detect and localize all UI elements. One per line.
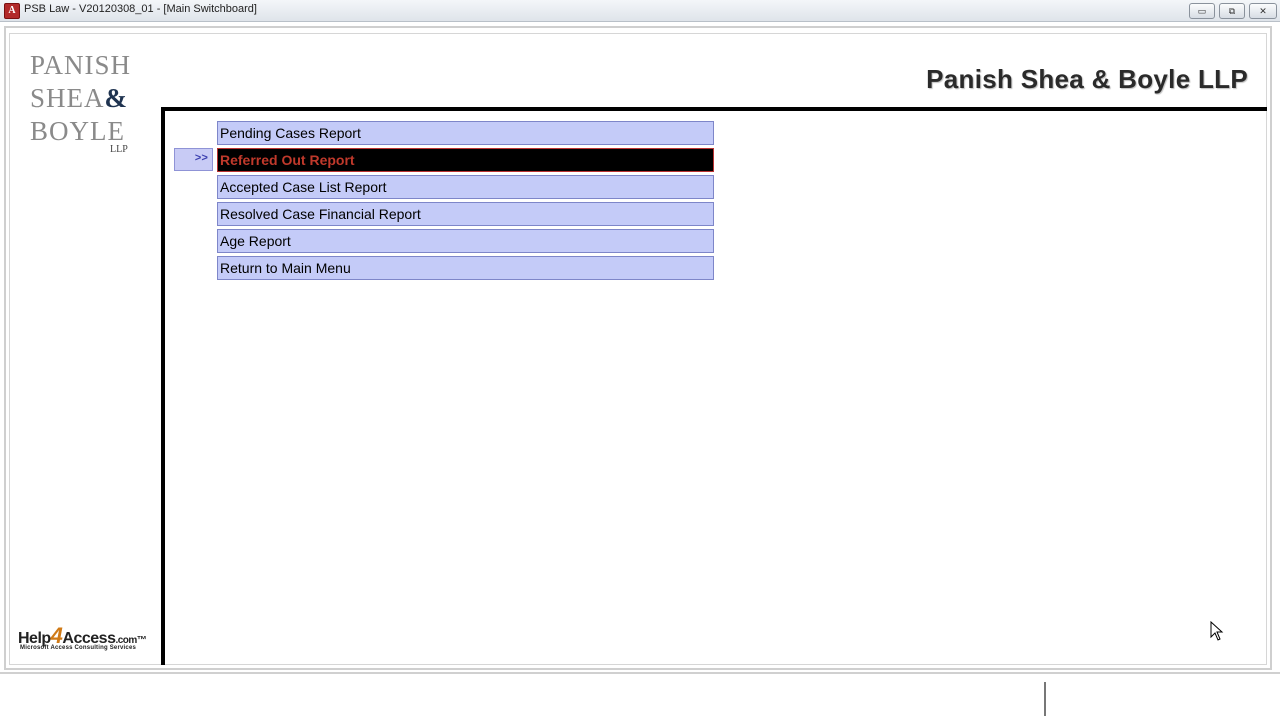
logo-llp: LLP bbox=[110, 144, 128, 155]
firm-logo: PANISH SHEA& BOYLE LLP bbox=[30, 50, 140, 160]
menu-item-pending-cases-report[interactable]: Pending Cases Report bbox=[217, 121, 714, 145]
logo-ampersand: & bbox=[104, 83, 129, 113]
window-titlebar: A PSB Law - V20120308_01 - [Main Switchb… bbox=[0, 0, 1280, 22]
menu-item-age-report[interactable]: Age Report bbox=[217, 229, 714, 253]
record-selector-icon[interactable]: >> bbox=[174, 148, 213, 171]
access-app-icon[interactable]: A bbox=[4, 3, 20, 19]
close-button[interactable]: ✕ bbox=[1249, 3, 1277, 19]
logo-word-shea: SHEA bbox=[30, 83, 105, 113]
switchboard-panel-top-border bbox=[161, 107, 1267, 111]
logo-line-boyle: BOYLE bbox=[30, 116, 125, 146]
status-bar bbox=[0, 672, 1280, 722]
menu-item-return-to-main-menu[interactable]: Return to Main Menu bbox=[217, 256, 714, 280]
logo-line-shea: SHEA& bbox=[30, 83, 128, 114]
help4access-logo: Help4Access.com™ Microsoft Access Consul… bbox=[18, 620, 160, 656]
mouse-pointer-icon bbox=[1210, 621, 1224, 641]
logo-line-panish: PANISH bbox=[30, 50, 132, 80]
window-title: PSB Law - V20120308_01 - [Main Switchboa… bbox=[24, 3, 257, 15]
firm-name-heading: Panish Shea & Boyle LLP bbox=[926, 64, 1248, 94]
menu-item-resolved-case-financial-report[interactable]: Resolved Case Financial Report bbox=[217, 202, 714, 226]
help4access-tagline: Microsoft Access Consulting Services bbox=[20, 645, 137, 651]
menu-item-accepted-case-list-report[interactable]: Accepted Case List Report bbox=[217, 175, 714, 199]
status-bar-divider bbox=[1044, 682, 1046, 716]
help4access-tm: ™ bbox=[136, 635, 147, 646]
restore-button[interactable]: ⧉ bbox=[1219, 3, 1245, 19]
minimize-button[interactable]: ▭ bbox=[1189, 3, 1215, 19]
menu-item-referred-out-report[interactable]: Referred Out Report bbox=[217, 148, 714, 172]
switchboard-panel-left-border bbox=[161, 107, 165, 665]
